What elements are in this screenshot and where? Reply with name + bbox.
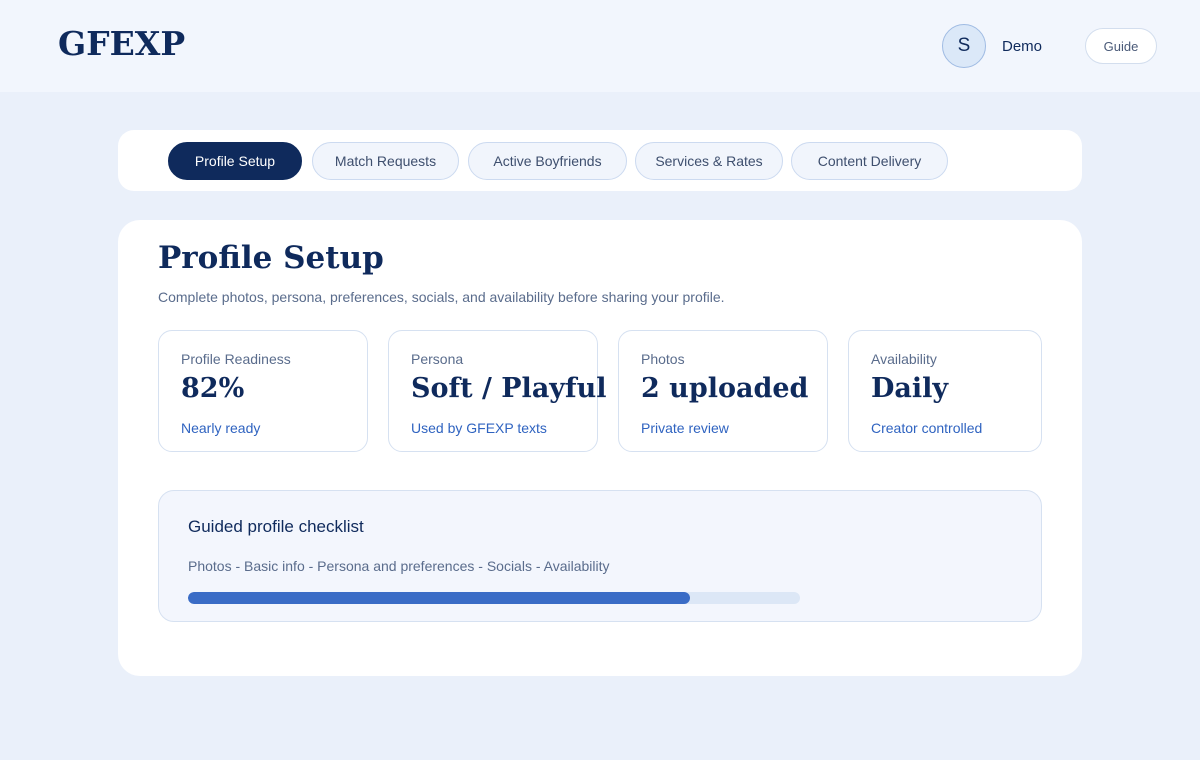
stat-label: Profile Readiness — [181, 351, 291, 367]
tab-bar: Profile Setup Match Requests Active Boyf… — [118, 130, 1082, 191]
stat-card-photos: Photos 2 uploaded Private review — [618, 330, 828, 452]
avatar[interactable]: S — [942, 24, 986, 68]
checklist-title: Guided profile checklist — [188, 517, 364, 536]
stat-note: Used by GFEXP texts — [411, 420, 547, 436]
stat-note: Creator controlled — [871, 420, 983, 436]
stat-value: Daily — [871, 373, 949, 404]
stat-card-persona: Persona Soft / Playful Used by GFEXP tex… — [388, 330, 607, 452]
stat-card-availability: Availability Daily Creator controlled — [848, 330, 1042, 452]
stat-label: Availability — [871, 351, 937, 367]
stat-value: 82% — [181, 373, 245, 404]
stat-note: Nearly ready — [181, 420, 261, 436]
stat-card-profile-readiness: Profile Readiness 82% Nearly ready — [158, 330, 368, 452]
stat-note: Private review — [641, 420, 729, 436]
checklist-progress-bar — [188, 592, 800, 604]
stat-value: 2 uploaded — [641, 373, 809, 404]
stat-value: Soft / Playful — [411, 373, 607, 404]
logo[interactable]: GFEXP — [58, 24, 185, 63]
profile-checklist: Guided profile checklist Photos - Basic … — [158, 490, 1042, 622]
tab-active-boyfriends[interactable]: Active Boyfriends — [468, 142, 627, 180]
page-title: Profile Setup — [158, 240, 384, 276]
guide-button[interactable]: Guide — [1085, 28, 1157, 64]
page-subtitle: Complete photos, persona, preferences, s… — [158, 289, 725, 305]
stat-label: Persona — [411, 351, 464, 367]
tab-match-requests[interactable]: Match Requests — [312, 142, 459, 180]
top-bar: GFEXP S Demo Guide — [0, 0, 1200, 92]
profile-setup-panel: Profile Setup Complete photos, persona, … — [118, 220, 1082, 676]
progress-fill — [188, 592, 690, 604]
stat-label: Photos — [641, 351, 685, 367]
tab-services-rates[interactable]: Services & Rates — [635, 142, 783, 180]
username: Demo — [1002, 38, 1043, 55]
checklist-steps: Photos - Basic info - Persona and prefer… — [188, 558, 610, 574]
tab-content-delivery[interactable]: Content Delivery — [791, 142, 948, 180]
tab-profile-setup[interactable]: Profile Setup — [168, 142, 302, 180]
